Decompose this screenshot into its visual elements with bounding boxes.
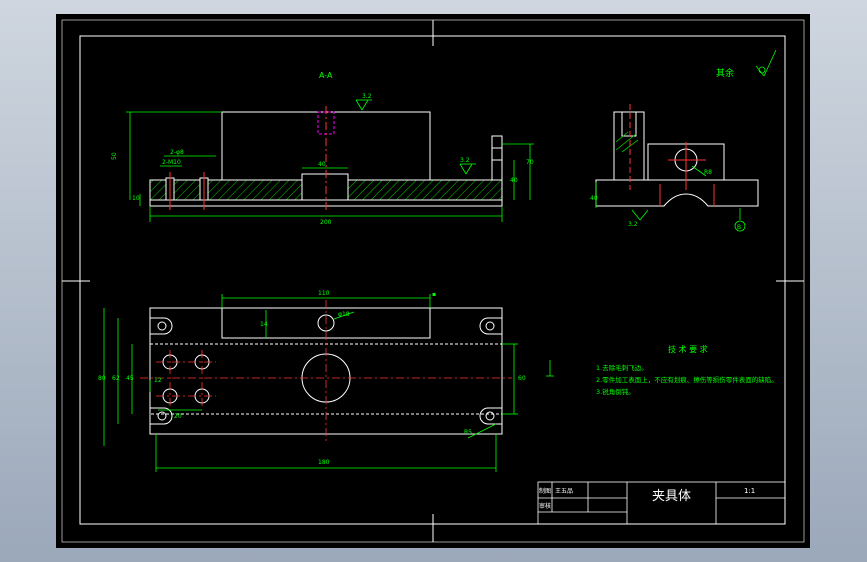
tech-line-2: 2.零件加工表面上，不应有划痕、擦伤等损伤零件表面的缺陷。 [596, 375, 778, 384]
plan-dim-bl-a: 12 [154, 377, 162, 384]
outer-border [61, 19, 805, 543]
dim-overall-width: 200 [320, 219, 332, 226]
dim-left-step-b: 2-M10 [162, 159, 181, 166]
side-view: 40 3.2 R8 B 其余 [590, 49, 777, 232]
section-right-pad [491, 135, 503, 181]
roughness-top: 3.2 [362, 93, 372, 100]
side-roughness: 3.2 [628, 221, 638, 228]
side-datum: B [737, 224, 741, 231]
section-slot [301, 173, 349, 201]
title-label-check: 审核 [539, 502, 551, 510]
tech-line-1: 1.去除毛刺飞边。 [596, 363, 648, 372]
plan-view: 110 180 80 62 45 60 12 20 14 φ18 R5 ▪ [98, 290, 554, 472]
title-part-name: 夹具体 [652, 489, 691, 504]
drawing-canvas[interactable]: A-A 50 200 40 2-φ8 2-M10 40 70 10 3.2 3.… [56, 14, 810, 548]
tech-requirements: 技 术 要 求 1.去除毛刺飞边。 2.零件加工表面上，不应有划痕、擦伤等损伤零… [596, 344, 778, 396]
plan-dim-top-width: 110 [318, 290, 330, 297]
title-name-draw: 王五品 [555, 488, 573, 495]
slot-br [479, 407, 502, 425]
plan-dim-bl-b: 20 [174, 413, 182, 420]
inner-border [79, 35, 786, 525]
dim-left-step-a: 2-φ8 [170, 149, 184, 156]
plan-main-bore [301, 353, 351, 403]
tech-title: 技 术 要 求 [668, 344, 708, 354]
roughness-right: 3.2 [460, 157, 470, 164]
dim-overall-height: 50 [111, 152, 118, 160]
side-post [613, 111, 645, 181]
section-view: A-A 50 200 40 2-φ8 2-M10 40 70 10 3.2 3.… [111, 71, 534, 226]
plan-dim-right: 60 [518, 375, 526, 382]
slot-tl [150, 317, 173, 335]
side-chamfer: R8 [704, 169, 712, 176]
tech-line-3: 3.锐角倒钝。 [596, 387, 635, 396]
plan-dim-top-left: 14 [260, 321, 268, 328]
title-label-draw: 制图 [539, 487, 551, 495]
dim-right-h1: 40 [510, 177, 518, 184]
drawing-svg: A-A 50 200 40 2-φ8 2-M10 40 70 10 3.2 3.… [61, 19, 805, 543]
dim-right-h2: 70 [526, 159, 534, 166]
plan-dim-radius: R5 [464, 429, 472, 436]
side-base [595, 179, 759, 207]
plan-dim-top-right: φ18 [338, 311, 350, 318]
plan-dim-left-outer: 80 [98, 375, 106, 382]
plan-dim-left-mid: 62 [112, 375, 120, 382]
roughness-note: 其余 [716, 67, 734, 79]
centering-marks [62, 20, 804, 542]
slot-tr [479, 317, 502, 335]
section-label: A-A [319, 71, 333, 80]
plan-dim-left-inner: 45 [126, 375, 134, 382]
dim-base-height: 10 [132, 195, 140, 202]
dim-slot: 40 [318, 161, 326, 168]
plan-mark: ▪ [432, 291, 436, 298]
plan-dim-bottom-width: 180 [318, 459, 330, 466]
side-dim-height: 40 [590, 195, 598, 202]
title-scale: 1:1 [744, 487, 755, 495]
